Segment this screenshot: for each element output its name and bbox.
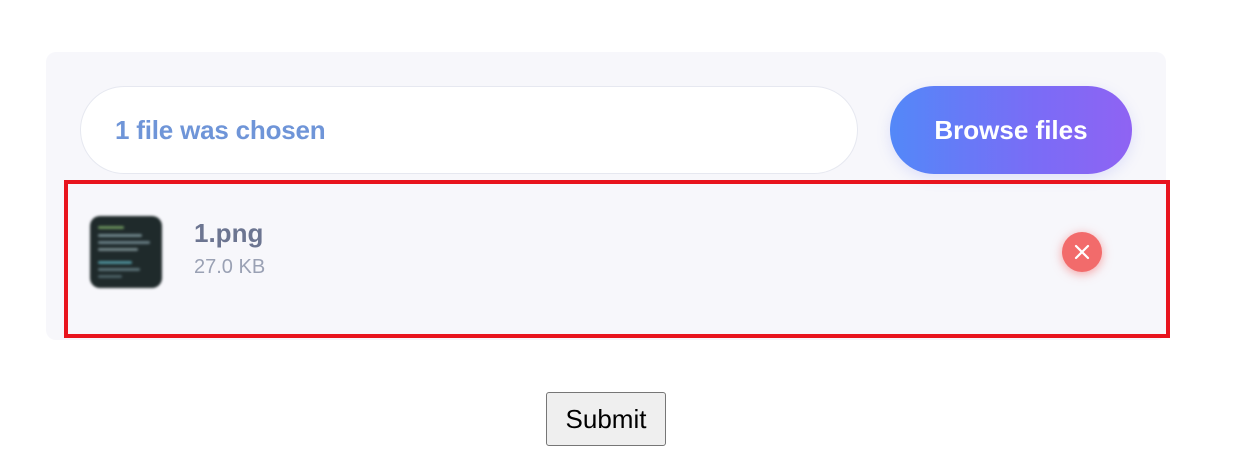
file-size: 27.0 KB <box>194 256 266 278</box>
close-icon <box>1074 244 1090 260</box>
browse-files-button[interactable]: Browse files <box>890 86 1132 174</box>
file-status-field[interactable]: 1 file was chosen <box>80 86 858 174</box>
file-list-item: 1.png 27.0 KB <box>68 184 1166 334</box>
file-name: 1.png <box>194 218 264 248</box>
remove-file-button[interactable] <box>1062 232 1102 272</box>
submit-button[interactable]: Submit <box>546 392 666 446</box>
image-thumbnail-icon <box>90 216 162 288</box>
file-status-text: 1 file was chosen <box>115 114 326 145</box>
